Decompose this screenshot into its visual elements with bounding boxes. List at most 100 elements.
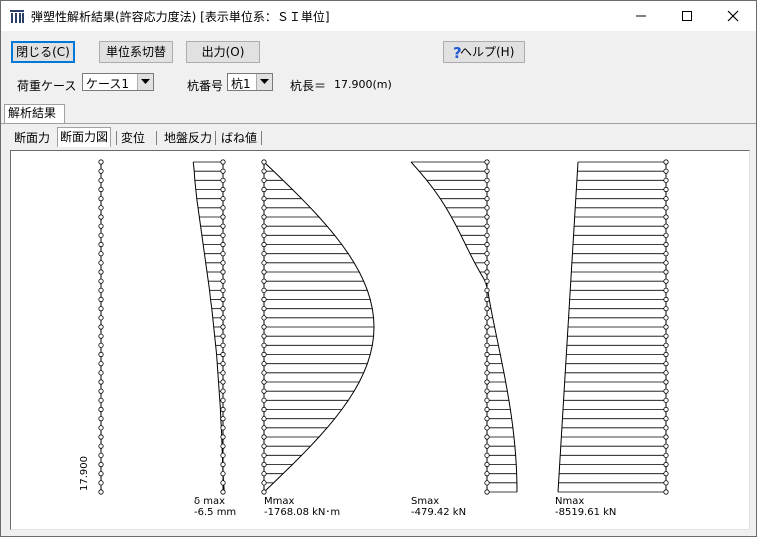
tab-separator (215, 131, 216, 145)
pile-reference-node (98, 260, 104, 266)
displacement-node (220, 434, 226, 440)
displacement-node (220, 241, 226, 248)
tab-analysis-result[interactable]: 解析結果 (4, 104, 65, 123)
help-button[interactable]: ? ヘルプ(H) (443, 41, 525, 63)
displacement-node (220, 186, 226, 193)
axial-node (663, 480, 669, 486)
shear-node (484, 370, 490, 376)
moment-node (261, 379, 267, 385)
axial-node (663, 443, 669, 449)
load-case-label: 荷重ケース (17, 79, 77, 93)
chevron-down-icon[interactable] (256, 74, 272, 90)
load-case-select[interactable]: ケース1 (82, 73, 154, 91)
axial-node (663, 489, 669, 495)
displacement-node (220, 480, 226, 486)
disp-max-label: δ max (194, 496, 226, 507)
displacement-node (220, 205, 226, 211)
moment-node (261, 186, 267, 193)
shear-node (484, 406, 490, 413)
displacement-node (220, 278, 226, 284)
moment-node (261, 315, 267, 321)
svg-text:?: ? (453, 45, 462, 60)
shear-node (484, 489, 490, 495)
disp-max-value: -6.5 mm (194, 507, 237, 518)
maximize-icon (682, 11, 692, 21)
displacement-node (220, 324, 226, 330)
pile-reference-node (98, 379, 104, 385)
window-title: 弾塑性解析結果(許容応力度法) [表示単位系：ＳＩ単位] (31, 10, 330, 24)
tab-section-force[interactable]: 断面力 (14, 129, 50, 147)
title-bar: 弾塑性解析結果(許容応力度法) [表示単位系：ＳＩ単位] (1, 1, 756, 31)
moment-node (261, 471, 267, 477)
close-window-button[interactable] (710, 1, 756, 31)
shear-node (484, 159, 490, 165)
shear-node (484, 434, 490, 440)
displacement-node (220, 287, 226, 293)
shear-node (484, 471, 490, 477)
displacement-node (220, 315, 226, 321)
pile-reference-node (98, 388, 104, 394)
pile-reference-node (98, 471, 104, 477)
axial-node (663, 388, 669, 394)
shear-node (484, 324, 490, 330)
displacement-node (220, 471, 226, 477)
displacement-node (220, 342, 226, 348)
maximize-button[interactable] (664, 1, 710, 31)
moment-node (261, 278, 267, 284)
displacement-node (220, 351, 226, 358)
tab-displacement[interactable]: 変位 (121, 129, 145, 147)
tab-ground-reaction[interactable]: 地盤反力 (164, 129, 212, 147)
pile-reference-node (98, 361, 104, 367)
tab-separator (261, 131, 262, 145)
chevron-down-icon[interactable] (137, 74, 153, 90)
pile-reference-node (98, 324, 104, 330)
displacement-node (220, 370, 226, 376)
shear-node (484, 196, 490, 202)
tab-section-force-diagram[interactable]: 断面力図 (57, 127, 112, 147)
moment-node (261, 342, 267, 348)
axial-node (663, 471, 669, 477)
displacement-node (220, 388, 226, 394)
help-question-icon: ? (453, 45, 462, 60)
displacement-node (220, 232, 226, 238)
pile-reference-node (98, 443, 104, 449)
pile-reference-node (98, 397, 104, 403)
displacement-node (220, 361, 226, 367)
displacement-node (220, 306, 226, 312)
unit-switch-button[interactable]: 単位系切替 (99, 41, 173, 63)
axial-node (663, 406, 669, 413)
displacement-node (220, 489, 226, 495)
axial-max-value: -8519.61 kN (555, 507, 617, 518)
app-icon (10, 10, 24, 23)
shear-node (484, 416, 490, 422)
shear-max-label: Smax (411, 496, 440, 507)
pile-reference-node (98, 351, 104, 358)
axial-node (663, 205, 669, 211)
displacement-node (220, 269, 226, 275)
pile-reference-node (98, 287, 104, 293)
pile-reference-node (98, 425, 104, 431)
shear-node (484, 480, 490, 486)
output-button[interactable]: 出力(O) (186, 41, 260, 63)
close-button[interactable]: 閉じる(C) (11, 41, 75, 63)
pile-length-dimension: 17.900 (79, 456, 90, 491)
moment-node (261, 306, 267, 312)
shear-node (484, 425, 490, 431)
shear-node (484, 379, 490, 385)
minimize-button[interactable] (618, 1, 664, 31)
axial-node (663, 351, 669, 358)
shear-node (484, 269, 490, 275)
shear-node (484, 205, 490, 211)
shear-curve (410, 161, 518, 493)
shear-node (484, 296, 490, 303)
minimize-icon (636, 15, 646, 17)
shear-node (484, 397, 490, 403)
shear-node (484, 388, 490, 394)
pile-no-select[interactable]: 杭1 (227, 73, 273, 91)
tab-spring-value[interactable]: ばね値 (221, 129, 257, 147)
pile-reference-node (98, 278, 104, 284)
axial-node (663, 159, 669, 165)
moment-node (261, 406, 267, 413)
moment-node (261, 251, 267, 257)
moment-node (261, 416, 267, 422)
